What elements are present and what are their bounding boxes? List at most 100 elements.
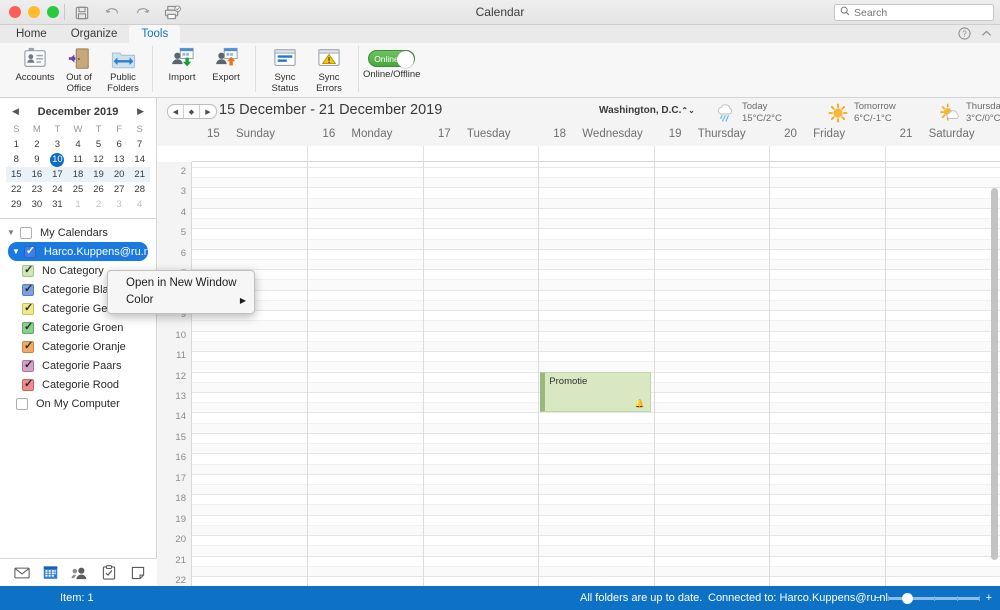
mini-cal-day[interactable]: 23: [27, 182, 48, 197]
menu-item-color[interactable]: Color▶: [108, 292, 254, 309]
category-3[interactable]: Categorie Groen: [0, 318, 156, 337]
triangle-left-icon[interactable]: ◀: [168, 105, 184, 118]
mini-cal-today[interactable]: 10: [47, 152, 68, 167]
search-input[interactable]: [854, 7, 984, 19]
mini-cal-day[interactable]: 27: [109, 182, 130, 197]
bottom-navigation[interactable]: [0, 558, 157, 586]
disclosure-triangle-icon[interactable]: ▼: [12, 247, 20, 256]
mini-cal-day[interactable]: 29: [6, 197, 27, 212]
folder-checkbox[interactable]: [22, 265, 34, 277]
week-nav-buttons[interactable]: ◀ ◆ ▶: [167, 104, 217, 119]
zoom-slider-knob[interactable]: [902, 593, 913, 604]
triangle-right-icon[interactable]: ▶: [200, 105, 216, 118]
accounts-button[interactable]: Accounts: [13, 46, 57, 84]
zoom-control[interactable]: − +: [875, 592, 992, 604]
all-day-row[interactable]: [192, 146, 1000, 162]
mini-cal-day[interactable]: 20: [109, 167, 130, 182]
sync-status-button[interactable]: Sync Status: [263, 46, 307, 94]
mini-cal-day[interactable]: 4: [129, 197, 150, 212]
triangle-left-icon[interactable]: ◀: [12, 106, 19, 117]
help-icon[interactable]: ?: [958, 27, 971, 43]
diamond-icon[interactable]: ◆: [184, 105, 200, 118]
folder-checkbox[interactable]: [22, 322, 34, 334]
mini-cal-day[interactable]: 5: [88, 137, 109, 152]
mini-cal-day[interactable]: 19: [88, 167, 109, 182]
calendar-event[interactable]: Promotie🔔: [540, 372, 650, 413]
folder-account[interactable]: ▼Harco.Kuppens@ru.nl: [8, 242, 148, 261]
folder-list[interactable]: ▼My Calendars▼Harco.Kuppens@ru.nlNo Cate…: [0, 219, 156, 413]
tab-home[interactable]: Home: [4, 25, 59, 43]
calendar-icon[interactable]: [42, 564, 59, 581]
folder-checkbox[interactable]: [24, 246, 36, 258]
category-6[interactable]: Categorie Rood: [0, 375, 156, 394]
online-offline-toggle[interactable]: Online: [368, 50, 415, 67]
triangle-right-icon[interactable]: ▶: [137, 106, 144, 117]
notes-icon[interactable]: [129, 564, 146, 581]
zoom-out-button[interactable]: −: [875, 592, 881, 604]
mini-cal-day[interactable]: 11: [68, 152, 89, 167]
mini-cal-day[interactable]: 2: [88, 197, 109, 212]
vertical-scrollbar[interactable]: [991, 170, 998, 578]
time-grid[interactable]: 2345678910111213141516171819202122 Promo…: [157, 162, 1000, 586]
mini-cal-day[interactable]: 28: [129, 182, 150, 197]
tasks-icon[interactable]: [100, 564, 117, 581]
mini-cal-day[interactable]: 30: [27, 197, 48, 212]
mini-cal-day[interactable]: 8: [6, 152, 27, 167]
zoom-slider[interactable]: [888, 597, 980, 600]
folder-checkbox[interactable]: [22, 341, 34, 353]
public-folders-button[interactable]: Public Folders: [101, 46, 145, 94]
scrollbar-thumb[interactable]: [991, 188, 998, 560]
mini-calendar[interactable]: ◀ December 2019 ▶ SMTWTFS123456789101112…: [0, 98, 156, 212]
weather-city[interactable]: Washington, D.C.⌃⌄: [599, 105, 695, 116]
export-button[interactable]: Export: [204, 46, 248, 84]
mini-cal-day[interactable]: 13: [109, 152, 130, 167]
mini-cal-day[interactable]: 17: [47, 167, 68, 182]
category-4[interactable]: Categorie Oranje: [0, 337, 156, 356]
folder-checkbox[interactable]: [16, 398, 28, 410]
mini-cal-day[interactable]: 1: [68, 197, 89, 212]
mini-cal-day[interactable]: 21: [129, 167, 150, 182]
mini-cal-day[interactable]: 24: [47, 182, 68, 197]
folder-on-my-computer[interactable]: On My Computer: [0, 394, 156, 413]
mini-cal-day[interactable]: 6: [109, 137, 130, 152]
mini-cal-day[interactable]: 22: [6, 182, 27, 197]
folder-checkbox[interactable]: [22, 284, 34, 296]
category-5[interactable]: Categorie Paars: [0, 356, 156, 375]
search-box[interactable]: [834, 4, 994, 21]
mini-cal-day[interactable]: 31: [47, 197, 68, 212]
folder-context-menu[interactable]: Open in New WindowColor▶: [107, 270, 255, 314]
mini-cal-day[interactable]: 2: [27, 137, 48, 152]
mini-cal-day[interactable]: 1: [6, 137, 27, 152]
folder-checkbox[interactable]: [22, 360, 34, 372]
folder-checkbox[interactable]: [20, 227, 32, 239]
mini-cal-day[interactable]: 4: [68, 137, 89, 152]
mini-cal-day[interactable]: 26: [88, 182, 109, 197]
mail-icon[interactable]: [13, 564, 30, 581]
tab-organize[interactable]: Organize: [59, 25, 130, 43]
mini-cal-day[interactable]: 3: [47, 137, 68, 152]
mini-cal-day[interactable]: 18: [68, 167, 89, 182]
mini-calendar-grid[interactable]: SMTWTFS123456789101112131415161718192021…: [6, 122, 150, 212]
people-icon[interactable]: [71, 564, 88, 581]
mini-cal-day[interactable]: 3: [109, 197, 130, 212]
disclosure-triangle-icon[interactable]: ▼: [6, 228, 16, 237]
folder-checkbox[interactable]: [22, 379, 34, 391]
mini-cal-day[interactable]: 14: [129, 152, 150, 167]
folder-checkbox[interactable]: [22, 303, 34, 315]
mini-cal-day[interactable]: 9: [27, 152, 48, 167]
tab-tools[interactable]: Tools: [129, 25, 180, 43]
day-columns[interactable]: Promotie🔔: [192, 162, 1000, 586]
menu-item-open-in-new-window[interactable]: Open in New Window: [108, 275, 254, 292]
folder-my-calendars[interactable]: ▼My Calendars: [0, 223, 156, 242]
toggle-knob[interactable]: [397, 51, 414, 68]
mini-cal-day[interactable]: 12: [88, 152, 109, 167]
mini-cal-day[interactable]: 25: [68, 182, 89, 197]
mini-cal-day[interactable]: 15: [6, 167, 27, 182]
out-of-office-button[interactable]: Out of Office: [57, 46, 101, 94]
import-button[interactable]: Import: [160, 46, 204, 84]
sync-errors-button[interactable]: Sync Errors: [307, 46, 351, 94]
zoom-in-button[interactable]: +: [986, 592, 992, 604]
chevron-up-icon[interactable]: [981, 29, 992, 41]
mini-cal-day[interactable]: 7: [129, 137, 150, 152]
mini-cal-day[interactable]: 16: [27, 167, 48, 182]
